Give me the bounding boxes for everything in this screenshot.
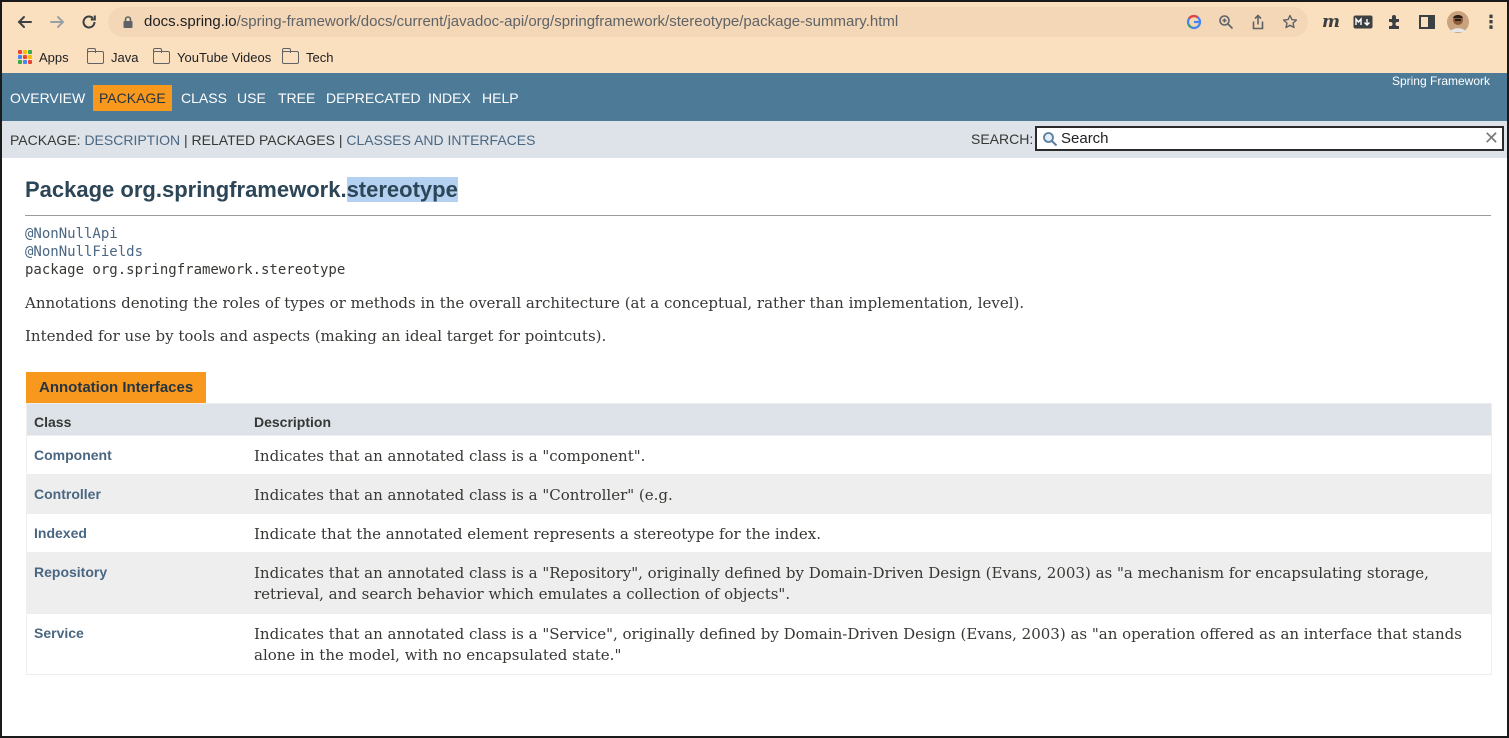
- search-label: SEARCH:: [971, 131, 1034, 147]
- class-link-service[interactable]: Service: [34, 625, 84, 641]
- table-header: Class Description: [27, 404, 1491, 435]
- bookmark-label: Java: [111, 49, 139, 65]
- nav-overview[interactable]: OVERVIEW: [4, 85, 91, 111]
- separator: |: [334, 132, 347, 148]
- package-description-paragraph: Annotations denoting the roles of types …: [25, 294, 1025, 312]
- page-title: Package org.springframework.stereotype: [25, 177, 458, 203]
- separator: |: [180, 132, 192, 148]
- bookmark-tech[interactable]: Tech: [281, 46, 334, 68]
- menu-kebab-icon[interactable]: ⋮: [1480, 11, 1502, 33]
- search-box[interactable]: ✕: [1035, 126, 1504, 151]
- folder-icon: [152, 47, 170, 64]
- class-link-indexed[interactable]: Indexed: [34, 525, 87, 541]
- table-row: Repository Indicates that an annotated c…: [27, 552, 1491, 613]
- bookmark-apps[interactable]: Apps: [18, 46, 69, 68]
- bookmark-java[interactable]: Java: [86, 46, 139, 68]
- row-description: Indicates that an annotated class is a "…: [254, 564, 1429, 603]
- javadoc-top-nav: OVERVIEW PACKAGE CLASS USE TREE DEPRECAT…: [2, 73, 1507, 121]
- class-link-repository[interactable]: Repository: [34, 564, 107, 580]
- reload-icon[interactable]: [76, 10, 102, 34]
- table-row: Controller Indicates that an annotated c…: [27, 474, 1491, 513]
- address-bar[interactable]: docs.spring.io/spring-framework/docs/cur…: [108, 7, 1308, 37]
- nav-deprecated[interactable]: DEPRECATED: [320, 85, 427, 111]
- title-highlighted-text: stereotype: [346, 177, 458, 202]
- annotation-interfaces-caption: Annotation Interfaces: [26, 372, 207, 403]
- nav-help[interactable]: HELP: [476, 85, 525, 111]
- lock-icon: [123, 16, 133, 28]
- annotation-nonnullfields-link[interactable]: @NonNullFields: [25, 244, 143, 260]
- table-row: Service Indicates that an annotated clas…: [27, 613, 1491, 674]
- class-link-component[interactable]: Component: [34, 447, 112, 463]
- bookmark-label: YouTube Videos: [177, 49, 272, 65]
- google-lens-icon[interactable]: [1185, 13, 1203, 31]
- zoom-icon[interactable]: [1217, 13, 1235, 31]
- clear-search-icon[interactable]: ✕: [1484, 129, 1499, 148]
- title-divider: [25, 215, 1491, 216]
- package-declaration: package org.springframework.stereotype: [25, 262, 346, 278]
- nav-index[interactable]: INDEX: [422, 85, 477, 111]
- markdown-extension-icon[interactable]: [1352, 11, 1374, 33]
- package-subnav-links: PACKAGE: DESCRIPTION | RELATED PACKAGES …: [10, 132, 535, 148]
- subnav-description-link[interactable]: DESCRIPTION: [84, 132, 180, 148]
- forward-icon[interactable]: [44, 10, 70, 34]
- title-prefix: Package org.springframework.: [25, 177, 347, 202]
- column-header-class: Class: [34, 414, 72, 430]
- apps-grid-icon: [18, 50, 32, 64]
- bookmark-label: Apps: [39, 49, 69, 65]
- profile-avatar[interactable]: [1447, 11, 1469, 33]
- brand-label: Spring Framework: [1391, 74, 1490, 88]
- folder-icon: [86, 47, 104, 64]
- row-description: Indicates that an annotated class is a "…: [254, 625, 1462, 664]
- row-description: Indicate that the annotated element repr…: [254, 525, 821, 543]
- search-icon: [1043, 132, 1058, 147]
- extensions-puzzle-icon[interactable]: [1384, 11, 1406, 33]
- row-description: Indicates that an annotated class is a "…: [254, 486, 673, 504]
- nav-class[interactable]: CLASS: [175, 85, 233, 111]
- bookmark-label: Tech: [306, 49, 334, 65]
- url-text: docs.spring.io/spring-framework/docs/cur…: [144, 13, 899, 30]
- browser-toolbar: docs.spring.io/spring-framework/docs/cur…: [2, 2, 1507, 42]
- table-row: Component Indicates that an annotated cl…: [27, 435, 1491, 474]
- bookmark-star-icon[interactable]: [1281, 13, 1299, 31]
- side-panel-icon[interactable]: [1416, 11, 1438, 33]
- folder-icon: [281, 47, 299, 64]
- summary-table: Class Description Component Indicates th…: [26, 403, 1492, 675]
- m-extension-icon[interactable]: m: [1320, 11, 1342, 33]
- subnav-prefix: PACKAGE:: [10, 132, 81, 148]
- search-input[interactable]: [1061, 129, 1481, 148]
- share-icon[interactable]: [1249, 13, 1267, 31]
- class-link-controller[interactable]: Controller: [34, 486, 101, 502]
- nav-tree[interactable]: TREE: [272, 85, 321, 111]
- annotation-nonnullapi-link[interactable]: @NonNullApi: [25, 226, 118, 242]
- javadoc-sub-nav: PACKAGE: DESCRIPTION | RELATED PACKAGES …: [2, 121, 1507, 158]
- subnav-related-packages: RELATED PACKAGES: [191, 132, 335, 148]
- row-description: Indicates that an annotated class is a "…: [254, 447, 646, 465]
- back-icon[interactable]: [12, 10, 38, 34]
- nav-use[interactable]: USE: [231, 85, 272, 111]
- table-row: Indexed Indicate that the annotated elem…: [27, 513, 1491, 552]
- nav-package: PACKAGE: [93, 85, 172, 111]
- browser-window: docs.spring.io/spring-framework/docs/cur…: [0, 0, 1509, 738]
- bookmark-youtube-videos[interactable]: YouTube Videos: [152, 46, 272, 68]
- subnav-classes-link[interactable]: CLASSES AND INTERFACES: [346, 132, 535, 148]
- bookmarks-bar: Apps Java YouTube Videos Tech: [2, 42, 1507, 73]
- column-header-description: Description: [254, 414, 332, 430]
- package-description-paragraph: Intended for use by tools and aspects (m…: [25, 327, 607, 345]
